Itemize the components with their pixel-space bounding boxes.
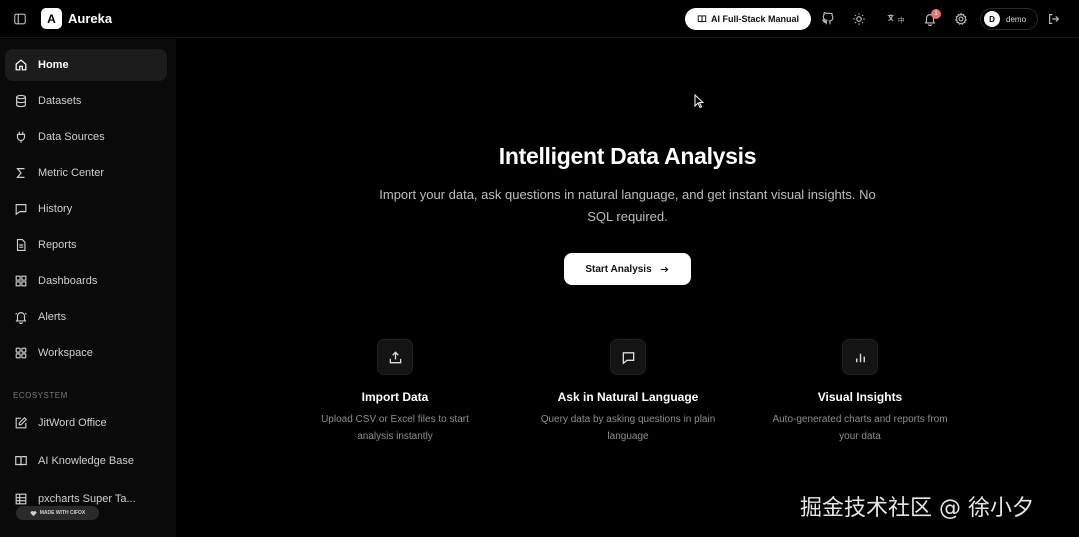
sidebar-item-label: Datasets: [38, 95, 82, 107]
book-icon: [15, 456, 27, 466]
feature-title: Visual Insights: [817, 390, 903, 404]
sidebar-item-label: pxcharts Super Ta...: [38, 493, 136, 505]
sidebar-item-ai-knowledge-base[interactable]: AI Knowledge Base: [5, 445, 167, 477]
upload-icon: [389, 350, 401, 363]
made-with-badge[interactable]: MADE WITH CIFOX: [16, 506, 99, 520]
sidebar: Home Datasets Data Sources Metric Center…: [0, 39, 176, 537]
table-icon: [15, 493, 27, 505]
sidebar-item-label: Workspace: [38, 347, 93, 359]
book-open-icon: [697, 15, 707, 23]
sidebar-item-label: JitWord Office: [38, 417, 107, 429]
gear-icon[interactable]: [949, 7, 973, 31]
top-bar: A Aureka AI Full-Stack Manual 中 1 D demo: [0, 0, 1079, 38]
sidebar-toggle-icon[interactable]: [8, 7, 32, 31]
feature-card-visual-insights: Visual Insights Auto-generated charts an…: [770, 339, 950, 445]
feature-description: Auto-generated charts and reports from y…: [772, 414, 948, 442]
sidebar-item-label: Home: [38, 59, 69, 71]
database-icon: [16, 94, 26, 108]
user-name: demo: [1006, 14, 1027, 24]
sun-icon[interactable]: [847, 7, 871, 31]
plug-icon: [16, 131, 26, 143]
bell-icon: [15, 312, 27, 324]
sidebar-item-datasets[interactable]: Datasets: [5, 85, 167, 117]
mouse-cursor-icon: [694, 94, 704, 108]
made-with-label: MADE WITH CIFOX: [39, 510, 86, 516]
user-menu[interactable]: D demo: [980, 8, 1038, 30]
start-analysis-label: Start Analysis: [585, 263, 652, 275]
sidebar-item-workspace[interactable]: Workspace: [5, 337, 167, 369]
main-content: Intelligent Data Analysis Import your da…: [176, 39, 1079, 537]
sidebar-item-label: Dashboards: [38, 275, 98, 287]
sidebar-item-reports[interactable]: Reports: [5, 229, 167, 261]
feature-card-import-data: Import Data Upload CSV or Excel files to…: [305, 339, 485, 445]
chat-icon: [15, 204, 27, 216]
feature-title: Ask in Natural Language: [557, 390, 699, 404]
sidebar-item-label: Reports: [38, 239, 77, 251]
sidebar-item-alerts[interactable]: Alerts: [5, 301, 167, 333]
sidebar-item-history[interactable]: History: [5, 193, 167, 225]
sidebar-item-home[interactable]: Home: [5, 49, 167, 81]
heart-icon: [30, 510, 37, 516]
ai-manual-button[interactable]: AI Full-Stack Manual: [685, 8, 811, 30]
sidebar-item-label: Alerts: [38, 311, 67, 323]
sidebar-item-jitword-office[interactable]: JitWord Office: [5, 407, 167, 439]
feature-description: Query data by asking questions in plain …: [540, 414, 716, 442]
grid-icon: [15, 275, 27, 287]
feature-description: Upload CSV or Excel files to start analy…: [321, 414, 469, 442]
sidebar-item-label: History: [38, 203, 73, 215]
sidebar-item-data-sources[interactable]: Data Sources: [5, 121, 167, 153]
edit-icon: [15, 416, 28, 429]
sidebar-item-metric-center[interactable]: Metric Center: [5, 157, 167, 189]
sidebar-item-label: AI Knowledge Base: [38, 455, 135, 467]
feature-title: Import Data: [361, 390, 429, 404]
app-logo: A: [41, 8, 62, 29]
sidebar-item-label: Data Sources: [38, 131, 105, 143]
bar-chart-icon: [855, 353, 865, 362]
watermark-text: 掘金技术社区 @ 徐小夕: [800, 496, 1034, 521]
workspace-icon: [15, 347, 27, 359]
message-icon: [622, 351, 634, 364]
page-title: Intelligent Data Analysis: [498, 143, 757, 169]
svg-text:中: 中: [898, 15, 905, 24]
notification-badge: 1: [931, 9, 941, 19]
feature-card-natural-language: Ask in Natural Language Query data by as…: [538, 339, 718, 445]
github-icon[interactable]: [816, 7, 840, 31]
logout-icon[interactable]: [1042, 7, 1066, 31]
home-icon: [15, 59, 27, 71]
ecosystem-section-label: ECOSYSTEM: [13, 391, 68, 400]
ai-manual-label: AI Full-Stack Manual: [710, 14, 799, 24]
arrow-right-icon: [660, 266, 669, 272]
start-analysis-button[interactable]: Start Analysis: [564, 253, 691, 285]
sigma-icon: [16, 168, 25, 178]
document-icon: [16, 239, 26, 251]
app-name: Aureka: [68, 11, 113, 26]
sidebar-item-dashboards[interactable]: Dashboards: [5, 265, 167, 297]
language-icon[interactable]: 中: [884, 7, 910, 31]
page-subtitle: Import your data, ask questions in natur…: [379, 187, 876, 224]
avatar: D: [984, 11, 1000, 27]
sidebar-item-label: Metric Center: [38, 167, 105, 179]
